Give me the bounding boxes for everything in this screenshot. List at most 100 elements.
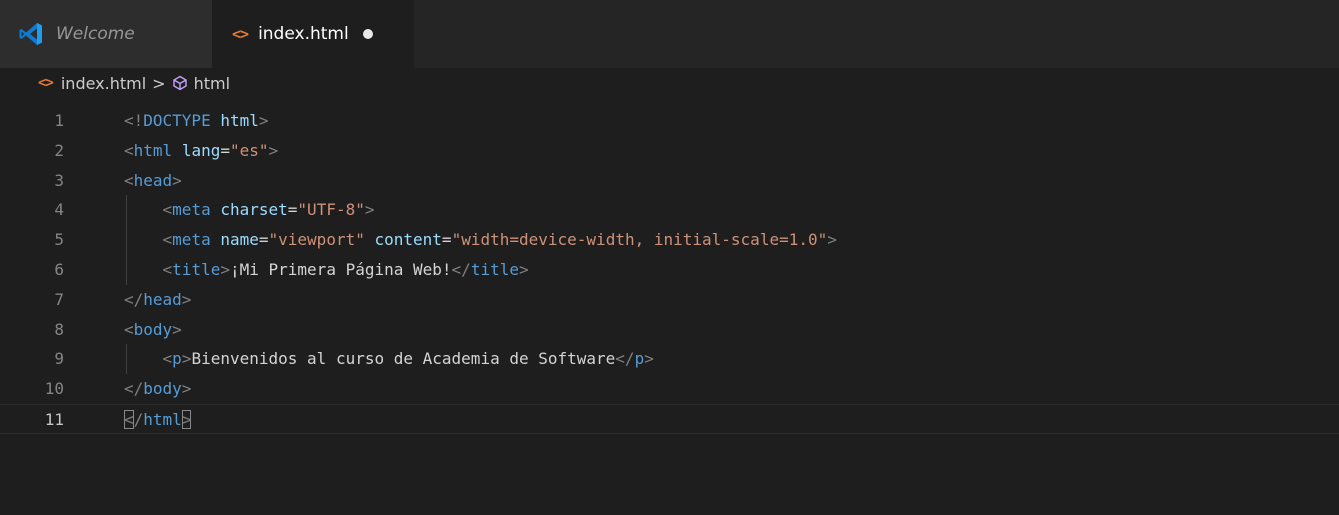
code-token: meta [172, 200, 211, 220]
line-number: 1 [54, 111, 64, 130]
code-line[interactable]: 9 <p>Bienvenidos al curso de Academia de… [0, 344, 1339, 375]
code-token: > [268, 140, 279, 160]
code-line[interactable]: 3 <head> [0, 166, 1339, 196]
code-token: > [172, 319, 182, 339]
vscode-window: Welcome <> index.html <> index.html > ht… [0, 0, 1339, 515]
code-token: > [181, 349, 192, 369]
breadcrumb-file[interactable]: index.html [61, 74, 146, 93]
code-text: </html> [124, 405, 192, 435]
code-token: html [133, 140, 173, 160]
code-token: name [220, 230, 259, 250]
code-line[interactable]: 7 </head> [0, 285, 1339, 315]
code-line[interactable]: 6 <title>¡Mi Primera Página Web!</title> [0, 254, 1339, 285]
html-file-icon: <> [232, 25, 249, 43]
symbol-cube-icon [172, 75, 187, 91]
code-token: < [162, 230, 173, 250]
line-number: 2 [54, 140, 64, 160]
code-token: = [220, 140, 230, 160]
code-line[interactable]: 1 <!DOCTYPE html> [0, 106, 1339, 136]
code-token: html [220, 111, 259, 130]
code-token: <! [124, 111, 144, 130]
line-number: 10 [44, 379, 64, 399]
code-token: head [133, 170, 173, 190]
vscode-logo-icon [19, 23, 42, 45]
code-text: <p>Bienvenidos al curso de Academia de S… [124, 344, 654, 374]
code-token: </ [451, 259, 471, 279]
code-token: < [162, 349, 173, 369]
code-token: </ [124, 379, 144, 399]
tab-index-html-label: index.html [258, 24, 349, 44]
code-token: DOCTYPE [143, 111, 211, 130]
code-token: body [133, 319, 173, 339]
code-line[interactable]: 10 </body> [0, 374, 1339, 404]
breadcrumb: <> index.html > html [0, 68, 1339, 98]
code-token: > [258, 111, 269, 130]
code-line[interactable]: 4 <meta charset="UTF-8"> [0, 195, 1339, 226]
line-number: 11 [44, 409, 64, 429]
code-token: > [364, 200, 375, 220]
code-token: head [143, 289, 182, 309]
tab-index-html[interactable]: <> index.html [212, 0, 414, 68]
code-token: </ [124, 289, 144, 309]
code-token: > [827, 230, 837, 250]
breadcrumb-symbol[interactable]: html [194, 74, 230, 93]
code-token: p [172, 349, 182, 369]
code-token: meta [172, 230, 211, 250]
html-file-icon: <> [38, 75, 54, 91]
code-text: <body> [124, 315, 182, 345]
code-editor[interactable]: 1 <!DOCTYPE html> 2 <html lang="es"> 3 <head>… [0, 106, 1339, 515]
code-token: charset [220, 200, 288, 220]
line-number: 6 [54, 259, 64, 279]
code-line[interactable]: 8 <body> [0, 315, 1339, 345]
code-token: < [124, 319, 134, 339]
code-text: <!DOCTYPE html> [124, 106, 269, 136]
code-token: > [220, 259, 230, 279]
unsaved-dot-icon[interactable] [362, 29, 373, 39]
code-token: html [143, 409, 182, 429]
code-token: "viewport" [268, 230, 365, 250]
code-token: > [181, 409, 192, 429]
code-token: > [181, 289, 192, 309]
code-token: < [124, 140, 134, 160]
code-token: ¡Mi Primera Página Web! [229, 259, 452, 279]
tab-bar: Welcome <> index.html [0, 0, 1339, 68]
line-number: 9 [54, 349, 64, 369]
code-token: < [162, 259, 173, 279]
code-text: <html lang="es"> [124, 136, 278, 166]
code-token: < [124, 170, 134, 190]
code-line[interactable]: 2 <html lang="es"> [0, 136, 1339, 166]
code-token: / [133, 409, 144, 429]
code-token: lang [181, 140, 221, 160]
code-token: </ [615, 349, 635, 369]
code-token: = [287, 200, 298, 220]
code-text: <title>¡Mi Primera Página Web!</title> [124, 255, 529, 285]
code-token: "es" [229, 140, 269, 160]
code-token: > [644, 349, 654, 369]
code-token: < [162, 200, 173, 220]
code-token: > [172, 170, 182, 190]
code-text: <meta name="viewport" content="width=dev… [124, 225, 837, 255]
line-number: 4 [54, 200, 64, 220]
tab-welcome-label: Welcome [56, 24, 135, 44]
code-token: title [470, 259, 519, 279]
code-token: = [441, 230, 452, 250]
line-number: 3 [54, 170, 64, 190]
tab-welcome[interactable]: Welcome [0, 0, 212, 68]
code-token: = [258, 230, 269, 250]
code-token: content [374, 230, 442, 250]
code-token: Bienvenidos al curso de Academia de Soft… [191, 349, 616, 369]
code-token: "width=device-width, initial-scale=1.0" [451, 230, 828, 250]
code-token: body [143, 379, 182, 399]
line-number: 8 [54, 319, 64, 339]
code-token: title [172, 259, 221, 279]
code-line[interactable]: 5 <meta name="viewport" content="width=d… [0, 225, 1339, 255]
code-line[interactable]: 11 </html> [0, 403, 1339, 435]
